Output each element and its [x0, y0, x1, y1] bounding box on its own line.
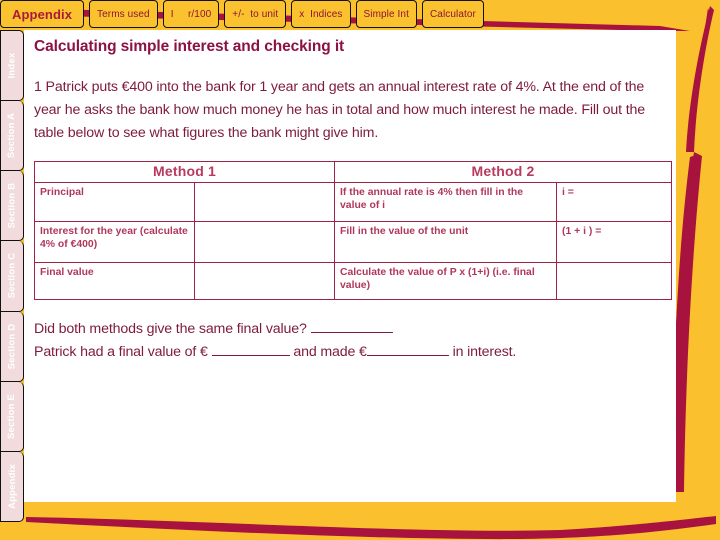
tab-appendix[interactable]: Appendix	[0, 0, 85, 28]
cell-m1-answer[interactable]	[193, 182, 336, 222]
sidebar-item-label: Section C	[6, 253, 18, 299]
closing-question-1: Did both methods give the same final val…	[34, 321, 307, 337]
table-row: Principal If the annual rate is 4% then …	[34, 182, 673, 222]
cell-m1-label: Interest for the year (calculate 4% of €…	[34, 221, 195, 263]
cell-m1-answer[interactable]	[193, 221, 336, 263]
cell-m2-answer[interactable]	[556, 262, 673, 300]
sidebar-item-label: Section D	[6, 323, 18, 369]
sidebar-item-section-b[interactable]: Section B	[0, 171, 24, 242]
sidebar-item-section-d[interactable]: Section D	[0, 311, 24, 382]
sidebar-item-section-a[interactable]: Section A	[0, 101, 24, 172]
worksheet-table: Method 1 Method 2 Principal If the annua…	[33, 161, 673, 300]
closing-questions: Did both methods give the same final val…	[34, 318, 674, 364]
slide-canvas: Appendix Terms used I r/100 +/- to unit …	[0, 0, 720, 540]
closing-question-2a: Patrick had a final value of €	[34, 344, 208, 360]
table-row: Interest for the year (calculate 4% of €…	[34, 221, 673, 263]
content-body: Calculating simple interest and checking…	[33, 38, 674, 364]
cell-m2-label: If the annual rate is 4% then fill in th…	[334, 182, 558, 222]
page-title: Calculating simple interest and checking…	[34, 38, 345, 55]
tab-calculator[interactable]: Calculator	[421, 0, 484, 28]
tab-indices[interactable]: x Indices	[291, 0, 351, 28]
tab-plus-minus-to-unit[interactable]: +/- to unit	[224, 0, 287, 28]
header-method-1: Method 1	[33, 161, 336, 183]
cell-m2-answer[interactable]: i =	[556, 182, 673, 222]
sidebar-item-section-c[interactable]: Section C	[0, 241, 24, 312]
answer-blank-same-value[interactable]	[310, 332, 393, 333]
side-tab-bar: Index Section A Section B Section C Sect…	[0, 30, 24, 522]
question-text: 1 Patrick puts €400 into the bank for 1 …	[34, 79, 645, 141]
sidebar-item-section-e[interactable]: Section E	[0, 381, 24, 452]
cell-m1-label: Final value	[34, 262, 195, 300]
tab-simple-int[interactable]: Simple Int	[355, 0, 417, 28]
closing-question-2b: and made €	[293, 344, 367, 360]
cell-m2-label: Fill in the value of the unit	[334, 221, 558, 263]
content-page: Calculating simple interest and checking…	[24, 30, 676, 502]
cell-m2-answer[interactable]: (1 + i ) =	[556, 221, 673, 263]
sidebar-item-label: Section E	[6, 393, 18, 439]
table-row: Final value Calculate the value of P x (…	[34, 262, 673, 300]
sidebar-item-label: Appendix	[6, 463, 18, 509]
sidebar-item-label: Section B	[6, 183, 18, 229]
sidebar-item-label: Section A	[6, 113, 18, 159]
tab-i-r-over-100[interactable]: I r/100	[162, 0, 220, 28]
sidebar-item-index[interactable]: Index	[0, 30, 24, 102]
sidebar-item-label: Index	[6, 52, 18, 79]
answer-blank-interest[interactable]	[366, 355, 449, 356]
closing-line-2: Patrick had a final value of € and made …	[34, 341, 674, 364]
closing-question-2c: in interest.	[452, 344, 517, 360]
answer-blank-final-value[interactable]	[211, 355, 290, 356]
header-method-2: Method 2	[334, 161, 673, 183]
top-tab-bar: Appendix Terms used I r/100 +/- to unit …	[0, 0, 660, 30]
sidebar-item-appendix[interactable]: Appendix	[0, 451, 24, 522]
cell-m1-label: Principal	[34, 182, 195, 222]
cell-m1-answer[interactable]	[193, 262, 336, 300]
cell-m2-label: Calculate the value of P x (1+i) (i.e. f…	[334, 262, 558, 300]
closing-line-1: Did both methods give the same final val…	[34, 318, 674, 341]
tab-terms-used[interactable]: Terms used	[89, 0, 158, 28]
table-header-row: Method 1 Method 2	[33, 161, 673, 183]
